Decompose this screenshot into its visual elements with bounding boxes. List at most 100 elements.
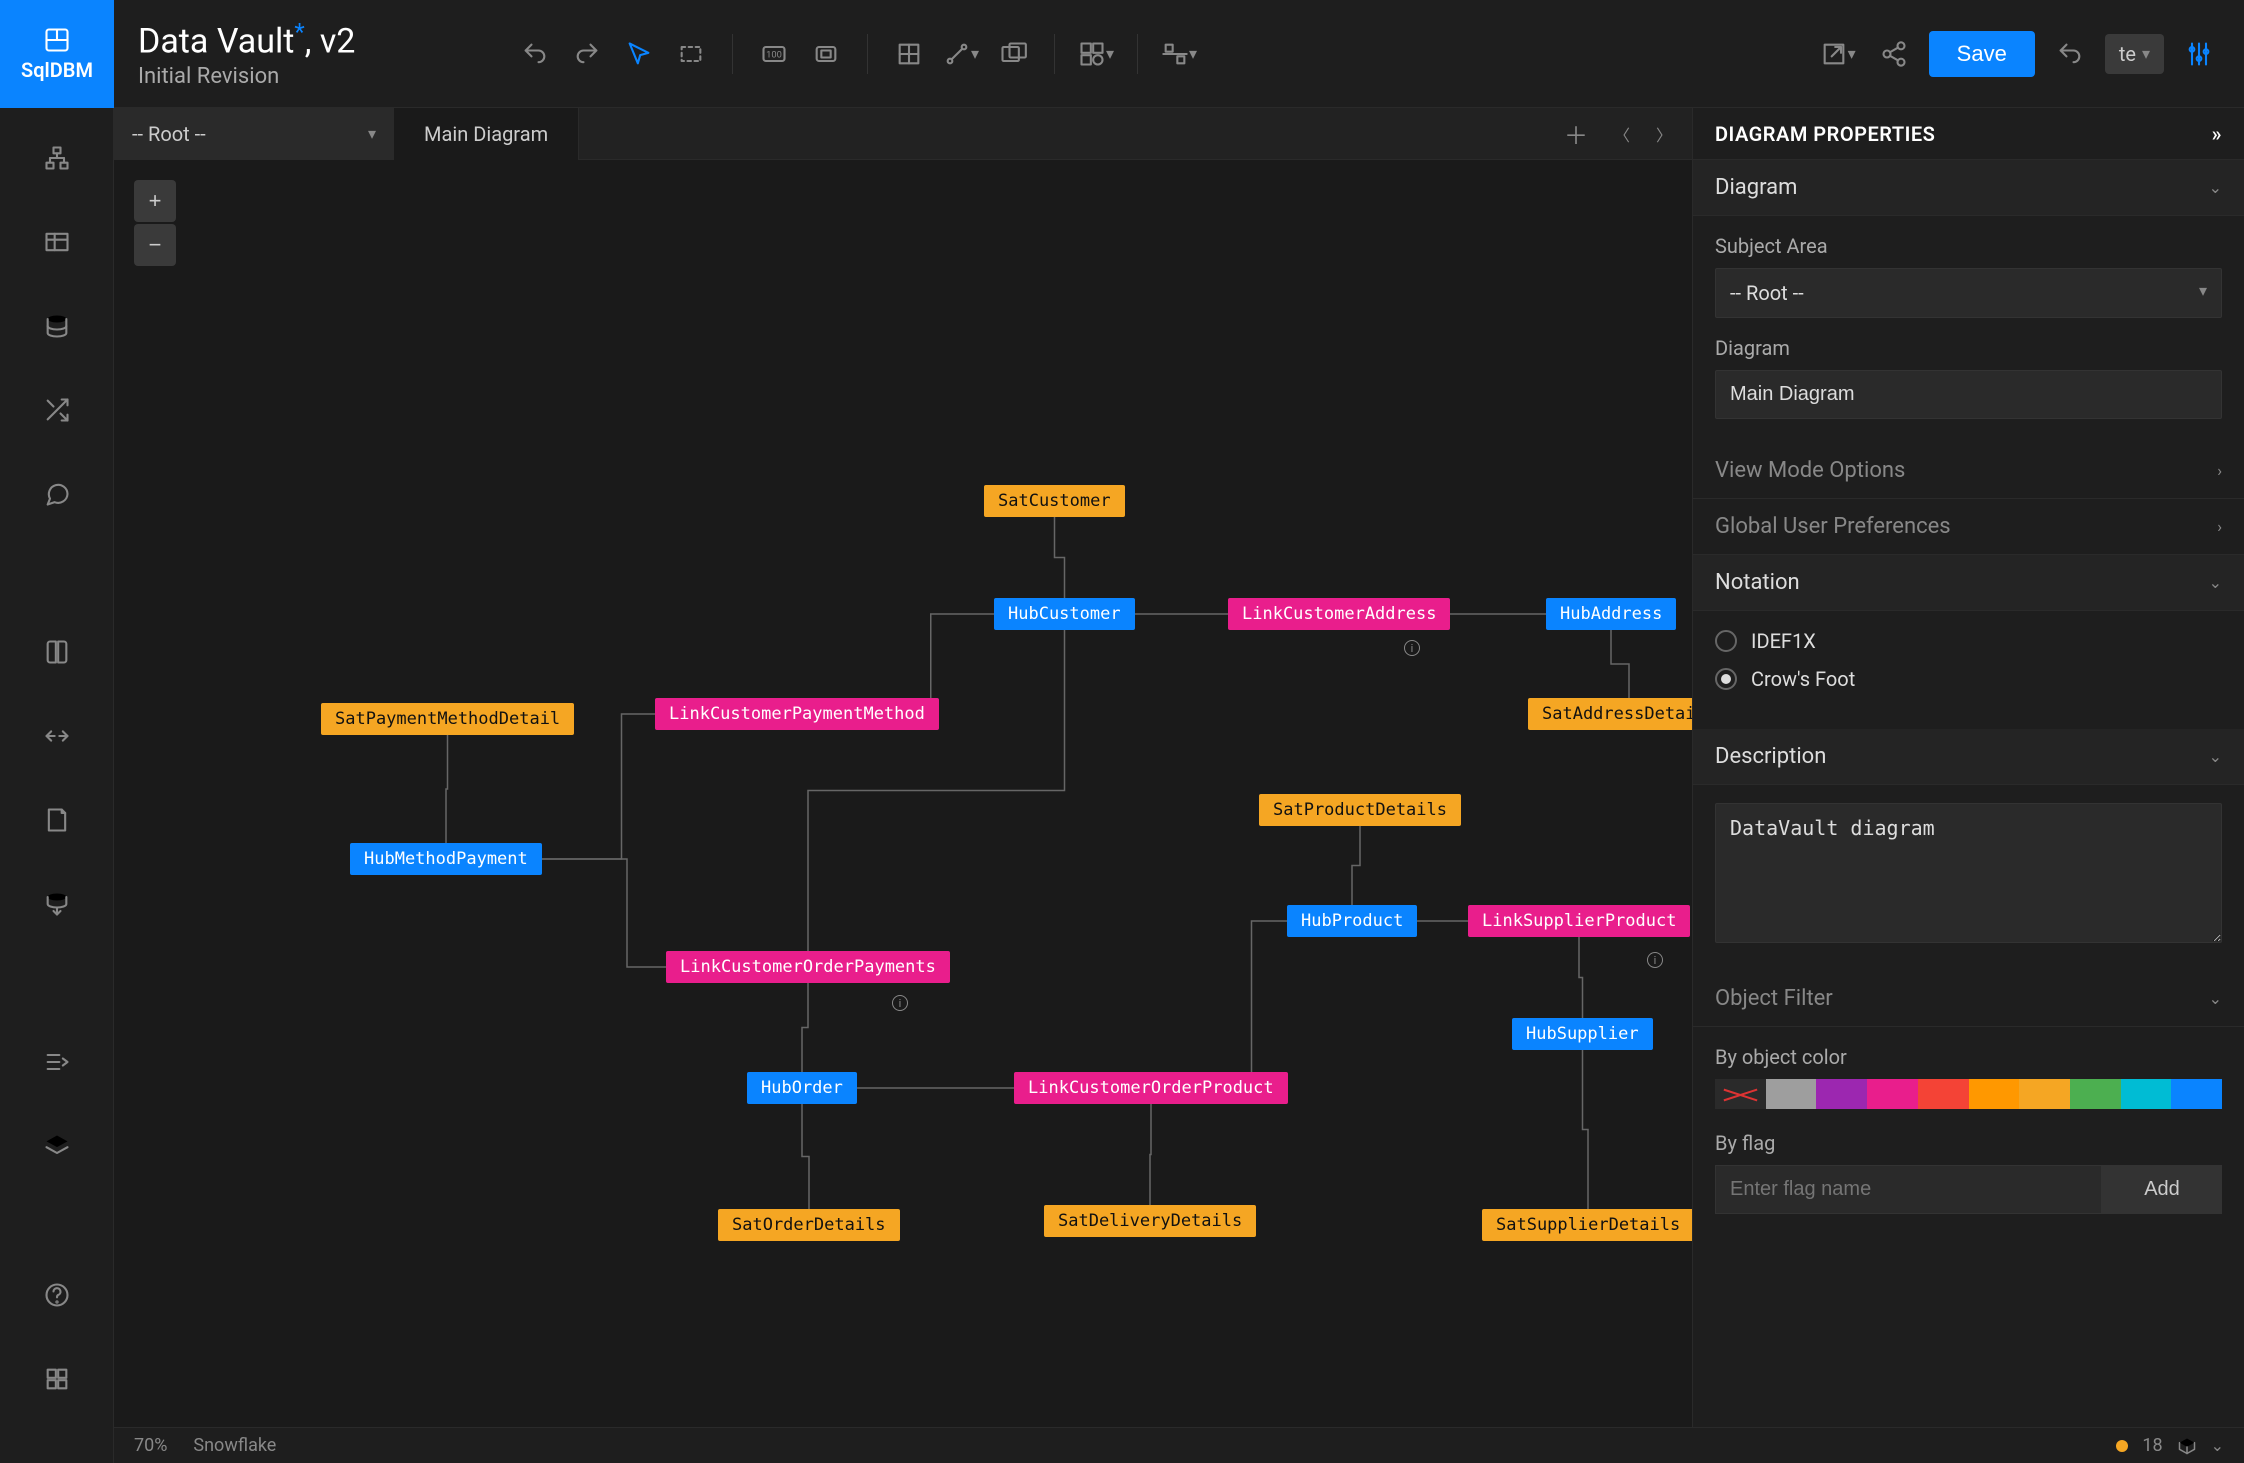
cube-icon[interactable]	[2177, 1436, 2197, 1456]
entity-SatSupplierDetails[interactable]: SatSupplierDetails	[1482, 1209, 1692, 1241]
add-view-button[interactable]	[992, 33, 1034, 75]
logo[interactable]: SqlDBM	[0, 0, 114, 108]
entity-SatPaymentMethodDetail[interactable]: SatPaymentMethodDetail	[321, 703, 574, 735]
export-button[interactable]: ▾	[1817, 33, 1859, 75]
add-table-button[interactable]	[888, 33, 930, 75]
notation-crowsfoot[interactable]: Crow's Foot	[1715, 667, 2222, 691]
tab-main-diagram[interactable]: Main Diagram	[394, 108, 579, 160]
entity-LinkCustomerOrderPayments[interactable]: LinkCustomerOrderPayments	[666, 951, 950, 983]
apps-icon[interactable]	[37, 1359, 77, 1399]
tab-label: Main Diagram	[424, 122, 548, 146]
layers-icon[interactable]	[37, 1126, 77, 1166]
subject-area-field[interactable]: -- Root --▾	[1715, 268, 2222, 318]
section-notation[interactable]: Notation ⌄	[1693, 555, 2244, 611]
color-swatch[interactable]	[1867, 1079, 1918, 1109]
section-view-mode[interactable]: View Mode Options ›	[1693, 443, 2244, 499]
help-icon[interactable]	[37, 1275, 77, 1315]
section-label: Notation	[1715, 570, 1800, 595]
entity-LinkCustomerPaymentMethod[interactable]: LinkCustomerPaymentMethod	[655, 698, 939, 730]
fit-button[interactable]	[805, 33, 847, 75]
add-tab-button[interactable]: ＋	[1564, 116, 1588, 151]
entity-SatOrderDetails[interactable]: SatOrderDetails	[718, 1209, 900, 1241]
color-swatch[interactable]	[2019, 1079, 2070, 1109]
description-field[interactable]	[1715, 803, 2222, 943]
save-button[interactable]: Save	[1929, 31, 2035, 77]
entity-SatCustomer[interactable]: SatCustomer	[984, 485, 1125, 517]
import-icon[interactable]	[37, 1042, 77, 1082]
info-icon[interactable]: i	[1647, 952, 1663, 968]
color-swatch[interactable]	[2070, 1079, 2121, 1109]
color-swatch[interactable]	[1969, 1079, 2020, 1109]
user-menu[interactable]: te▾	[2105, 34, 2164, 74]
radio-icon	[1715, 630, 1737, 652]
revert-button[interactable]	[2049, 33, 2091, 75]
section-label: Global User Preferences	[1715, 514, 1951, 539]
compare-icon[interactable]	[37, 716, 77, 756]
entity-LinkCustomerOrderProduct[interactable]: LinkCustomerOrderProduct	[1014, 1072, 1288, 1104]
entity-HubSupplier[interactable]: HubSupplier	[1512, 1018, 1653, 1050]
entity-HubAddress[interactable]: HubAddress	[1546, 598, 1676, 630]
redo-button[interactable]	[566, 33, 608, 75]
entity-HubOrder[interactable]: HubOrder	[747, 1072, 857, 1104]
zoom-100-button[interactable]: 100	[753, 33, 795, 75]
shuffle-icon[interactable]	[37, 390, 77, 430]
entity-SatProductDetails[interactable]: SatProductDetails	[1259, 794, 1461, 826]
color-swatch[interactable]	[1715, 1079, 1766, 1109]
zoom-in-button[interactable]: +	[134, 180, 176, 222]
add-flag-button[interactable]: Add	[2102, 1165, 2222, 1214]
brand-text: SqlDBM	[21, 58, 93, 82]
info-icon[interactable]: i	[1404, 640, 1420, 656]
zoom-out-button[interactable]: −	[134, 224, 176, 266]
section-label: View Mode Options	[1715, 458, 1905, 483]
note-icon[interactable]	[37, 800, 77, 840]
source-icon[interactable]	[37, 884, 77, 924]
entity-SatAddressDetails[interactable]: SatAddressDetails	[1528, 698, 1692, 730]
comments-icon[interactable]	[37, 474, 77, 514]
canvas[interactable]: + − i i i SatCustomer HubCustomer LinkCust…	[114, 160, 1692, 1427]
section-description[interactable]: Description ⌄	[1693, 729, 2244, 785]
color-swatch[interactable]	[2171, 1079, 2222, 1109]
tables-icon[interactable]	[37, 222, 77, 262]
entity-HubMethodPayment[interactable]: HubMethodPayment	[350, 843, 542, 875]
entity-LinkCustomerAddress[interactable]: LinkCustomerAddress	[1228, 598, 1450, 630]
prev-tab-button[interactable]: 〈	[1614, 122, 1630, 146]
collapse-panel-button[interactable]: »	[2212, 122, 2222, 146]
entity-HubCustomer[interactable]: HubCustomer	[994, 598, 1135, 630]
add-relation-button[interactable]: ▾	[940, 33, 982, 75]
database-icon[interactable]	[37, 306, 77, 346]
pointer-button[interactable]	[618, 33, 660, 75]
section-diagram[interactable]: Diagram ⌄	[1693, 160, 2244, 216]
templates-button[interactable]: ▾	[1075, 33, 1117, 75]
zoom-level[interactable]: 70%	[134, 1435, 167, 1456]
diagram-explorer-icon[interactable]	[37, 138, 77, 178]
entity-SatDeliveryDetails[interactable]: SatDeliveryDetails	[1044, 1205, 1256, 1237]
subject-area-select[interactable]: -- Root -- ▾	[114, 108, 394, 160]
root-select-value: -- Root --	[132, 122, 206, 146]
section-object-filter[interactable]: Object Filter ⌄	[1693, 971, 2244, 1027]
diagram-name-field[interactable]	[1715, 370, 2222, 419]
color-swatch[interactable]	[1918, 1079, 1969, 1109]
marquee-button[interactable]	[670, 33, 712, 75]
project-title: Data Vault*, v2	[138, 18, 454, 61]
align-button[interactable]: ▾	[1158, 33, 1200, 75]
db-engine[interactable]: Snowflake	[193, 1435, 276, 1456]
share-button[interactable]	[1873, 33, 1915, 75]
color-swatch[interactable]	[1766, 1079, 1817, 1109]
settings-button[interactable]	[2178, 33, 2220, 75]
chevron-down-icon: ⌄	[2209, 989, 2222, 1008]
next-tab-button[interactable]: 〉	[1656, 122, 1672, 146]
chevron-down-icon: ⌄	[2209, 747, 2222, 766]
undo-button[interactable]	[514, 33, 556, 75]
docs-icon[interactable]	[37, 632, 77, 672]
section-global-prefs[interactable]: Global User Preferences ›	[1693, 499, 2244, 555]
info-icon[interactable]: i	[892, 995, 908, 1011]
entity-HubProduct[interactable]: HubProduct	[1287, 905, 1417, 937]
status-dot-icon	[2116, 1440, 2128, 1452]
chevron-down-icon: ▾	[368, 124, 376, 143]
svg-text:100: 100	[766, 49, 782, 60]
notation-idef1x[interactable]: IDEF1X	[1715, 629, 2222, 653]
color-swatch[interactable]	[1816, 1079, 1867, 1109]
color-swatch[interactable]	[2121, 1079, 2172, 1109]
flag-input[interactable]	[1715, 1165, 2102, 1214]
entity-LinkSupplierProduct[interactable]: LinkSupplierProduct	[1468, 905, 1690, 937]
